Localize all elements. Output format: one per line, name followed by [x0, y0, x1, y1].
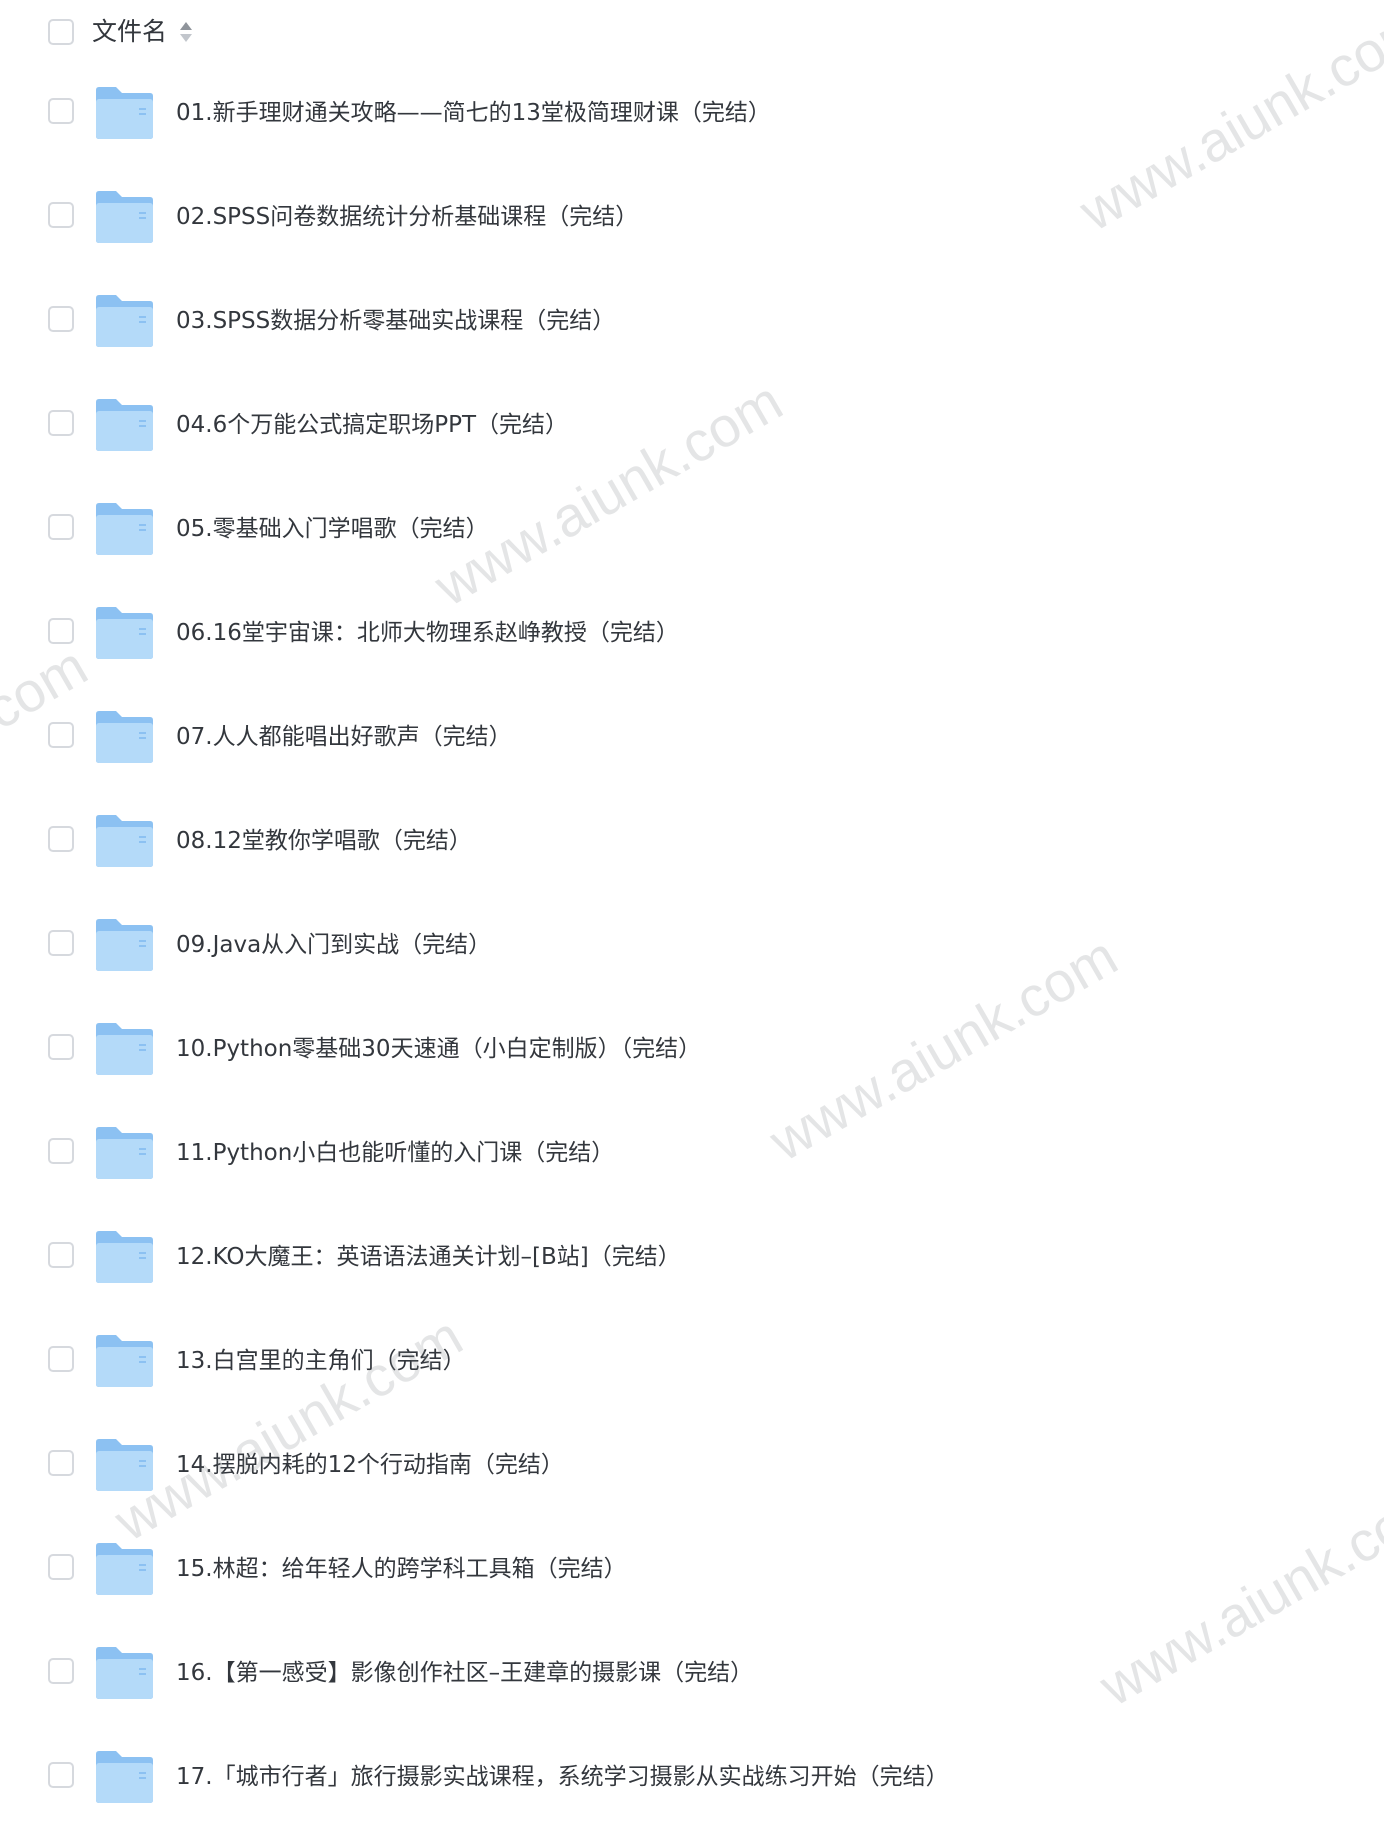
folder-icon: [96, 503, 153, 555]
file-name-link[interactable]: 16.【第一感受】影像创作社区–王建章的摄影课（完结）: [176, 1656, 753, 1690]
row-checkbox[interactable]: [48, 1138, 74, 1164]
row-checkbox[interactable]: [48, 1762, 74, 1788]
folder-icon: [96, 399, 153, 451]
file-name-link[interactable]: 13.白宫里的主角们（完结）: [176, 1344, 466, 1378]
select-all-checkbox[interactable]: [48, 19, 74, 45]
file-name-link[interactable]: 06.16堂宇宙课：北师大物理系赵峥教授（完结）: [176, 616, 679, 650]
file-name-link[interactable]: 05.零基础入门学唱歌（完结）: [176, 512, 489, 546]
file-name-link[interactable]: 12.KO大魔王：英语语法通关计划–[B站]（完结）: [176, 1240, 681, 1274]
folder-icon: [96, 1439, 153, 1491]
folder-icon: [96, 1647, 153, 1699]
file-name-link[interactable]: 17.「城市行者」旅行摄影实战课程，系统学习摄影从实战练习开始（完结）: [176, 1760, 949, 1794]
row-checkbox[interactable]: [48, 826, 74, 852]
row-checkbox[interactable]: [48, 930, 74, 956]
folder-icon: [96, 87, 153, 139]
folder-icon: [96, 295, 153, 347]
folder-icon: [96, 1127, 153, 1179]
file-name-link[interactable]: 11.Python小白也能听懂的入门课（完结）: [176, 1136, 614, 1170]
row-checkbox[interactable]: [48, 618, 74, 644]
folder-icon: [96, 1751, 153, 1803]
row-checkbox[interactable]: [48, 722, 74, 748]
folder-icon: [96, 1335, 153, 1387]
file-name-link[interactable]: 04.6个万能公式搞定职场PPT（完结）: [176, 408, 568, 442]
file-row[interactable]: 08.12堂教你学唱歌（完结）: [0, 792, 1384, 896]
file-row[interactable]: 12.KO大魔王：英语语法通关计划–[B站]（完结）: [0, 1208, 1384, 1312]
file-name-link[interactable]: 10.Python零基础30天速通（小白定制版）（完结）: [176, 1032, 701, 1066]
row-checkbox[interactable]: [48, 1554, 74, 1580]
folder-icon: [96, 191, 153, 243]
file-row[interactable]: 17.「城市行者」旅行摄影实战课程，系统学习摄影从实战练习开始（完结）: [0, 1728, 1384, 1832]
row-checkbox[interactable]: [48, 410, 74, 436]
file-list-header: 文件名: [0, 0, 1384, 64]
file-row[interactable]: 16.【第一感受】影像创作社区–王建章的摄影课（完结）: [0, 1624, 1384, 1728]
folder-icon: [96, 1543, 153, 1595]
file-name-link[interactable]: 09.Java从入门到实战（完结）: [176, 928, 491, 962]
file-row[interactable]: 05.零基础入门学唱歌（完结）: [0, 480, 1384, 584]
file-name-link[interactable]: 14.摆脱内耗的12个行动指南（完结）: [176, 1448, 564, 1482]
file-name-link[interactable]: 02.SPSS问卷数据统计分析基础课程（完结）: [176, 200, 638, 234]
file-row[interactable]: 14.摆脱内耗的12个行动指南（完结）: [0, 1416, 1384, 1520]
folder-icon: [96, 815, 153, 867]
file-row[interactable]: 09.Java从入门到实战（完结）: [0, 896, 1384, 1000]
row-checkbox[interactable]: [48, 1034, 74, 1060]
folder-icon: [96, 711, 153, 763]
file-row[interactable]: 13.白宫里的主角们（完结）: [0, 1312, 1384, 1416]
file-name-link[interactable]: 07.人人都能唱出好歌声（完结）: [176, 720, 512, 754]
folder-icon: [96, 919, 153, 971]
file-row[interactable]: 01.新手理财通关攻略——简七的13堂极简理财课（完结）: [0, 64, 1384, 168]
file-name-link[interactable]: 15.林超：给年轻人的跨学科工具箱（完结）: [176, 1552, 627, 1586]
folder-icon: [96, 1023, 153, 1075]
row-checkbox[interactable]: [48, 1658, 74, 1684]
file-row[interactable]: 07.人人都能唱出好歌声（完结）: [0, 688, 1384, 792]
folder-icon: [96, 607, 153, 659]
file-name-link[interactable]: 08.12堂教你学唱歌（完结）: [176, 824, 472, 858]
row-checkbox[interactable]: [48, 98, 74, 124]
file-row[interactable]: 03.SPSS数据分析零基础实战课程（完结）: [0, 272, 1384, 376]
row-checkbox[interactable]: [48, 1242, 74, 1268]
file-row[interactable]: 04.6个万能公式搞定职场PPT（完结）: [0, 376, 1384, 480]
row-checkbox[interactable]: [48, 202, 74, 228]
file-row[interactable]: 15.林超：给年轻人的跨学科工具箱（完结）: [0, 1520, 1384, 1624]
file-row[interactable]: 10.Python零基础30天速通（小白定制版）（完结）: [0, 1000, 1384, 1104]
row-checkbox[interactable]: [48, 306, 74, 332]
row-checkbox[interactable]: [48, 1346, 74, 1372]
row-checkbox[interactable]: [48, 514, 74, 540]
file-row[interactable]: 02.SPSS问卷数据统计分析基础课程（完结）: [0, 168, 1384, 272]
row-checkbox[interactable]: [48, 1450, 74, 1476]
sort-updown-icon[interactable]: [179, 21, 193, 43]
file-name-link[interactable]: 01.新手理财通关攻略——简七的13堂极简理财课（完结）: [176, 96, 771, 130]
filename-column-header[interactable]: 文件名: [92, 14, 167, 50]
file-name-link[interactable]: 03.SPSS数据分析零基础实战课程（完结）: [176, 304, 615, 338]
file-row[interactable]: 11.Python小白也能听懂的入门课（完结）: [0, 1104, 1384, 1208]
folder-icon: [96, 1231, 153, 1283]
file-row[interactable]: 06.16堂宇宙课：北师大物理系赵峥教授（完结）: [0, 584, 1384, 688]
